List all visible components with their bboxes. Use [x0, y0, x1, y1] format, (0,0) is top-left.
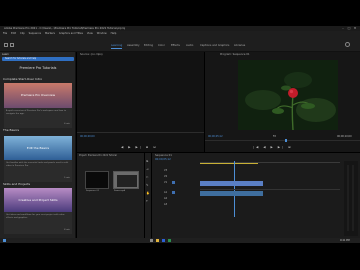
track-divider — [200, 189, 340, 190]
tab-learning[interactable]: Learning — [111, 44, 123, 49]
source-monitor: Source: (no clips) 00;00;00;00 ◀ ▶ ▶| ⊞ … — [77, 52, 204, 152]
tutorial-card-overview[interactable]: Premiere Pro Overview A quick overview o… — [4, 83, 72, 128]
system-clock: 9:41 PM — [340, 238, 350, 242]
search-icon[interactable] — [345, 42, 350, 47]
card-duration: 8 min — [64, 229, 70, 231]
browser-icon[interactable] — [168, 239, 171, 242]
tutorial-thumbnail: Creative and Project Skills — [4, 188, 72, 212]
tab-color[interactable]: Color — [158, 44, 165, 47]
tutorial-thumbnail: Edit the Basics — [4, 136, 72, 160]
tutorial-search-input[interactable]: Search for tutorials and help — [2, 57, 74, 61]
source-scrubber[interactable] — [77, 132, 204, 133]
program-timecode: 00;00;05;12 — [208, 135, 223, 138]
project-item-label: Sequence 01 — [86, 190, 100, 192]
card-description: Get ideas and workflows for your next pr… — [6, 214, 66, 219]
premiere-taskbar-icon[interactable] — [162, 239, 165, 242]
tab-effects[interactable]: Effects — [171, 44, 180, 47]
folder-icon[interactable] — [156, 239, 159, 242]
card-description: A quick overview of Premiere Pro's works… — [6, 110, 66, 115]
program-scrubber[interactable] — [205, 140, 360, 141]
project-panel: Project: Premiere Pro 2021 Tutorial Sequ… — [77, 153, 144, 238]
thumbnail-caption: Edit the Basics — [26, 146, 50, 150]
audio-clip[interactable] — [200, 191, 263, 196]
tutorial-thumbnail: Premiere Pro Overview — [4, 83, 72, 108]
tutorial-card-skills[interactable]: Creative and Project Skills Get ideas an… — [4, 188, 72, 234]
track-v2[interactable]: V2 — [164, 175, 167, 178]
project-item-clip[interactable] — [113, 171, 139, 189]
search-placeholder: Search for tutorials and help — [5, 57, 37, 61]
tab-editing[interactable]: Editing — [144, 44, 153, 47]
program-transport-controls[interactable]: |◀ ◀ ▶ ▶| ⊞ — [253, 145, 293, 149]
program-title: Program: Sequence 01 — [220, 53, 250, 56]
project-item-sequence[interactable] — [85, 171, 109, 189]
thumbnail-caption: Premiere Pro Overview — [20, 93, 56, 97]
section-skills: Skills and Projects — [3, 182, 31, 186]
selection-tool-icon[interactable]: ➤ — [146, 159, 150, 163]
tab-assembly[interactable]: Assembly — [127, 44, 140, 47]
tab-libraries[interactable]: Libraries — [234, 44, 245, 47]
source-timecode: 00;00;00;00 — [80, 135, 95, 138]
video-clip[interactable] — [200, 181, 263, 186]
work-area-bar[interactable] — [200, 163, 258, 164]
tab-captions[interactable]: Captions and Graphics — [200, 44, 229, 47]
audio-meters — [344, 161, 358, 236]
project-item-label: flower.mp4 — [114, 190, 126, 192]
window-title: Adobe Premiere Pro 2021 - C:\Users\...\P… — [4, 26, 126, 30]
source-transport-controls[interactable]: ◀ ▶ ▶| ⊞ ⊟ — [121, 145, 158, 149]
learn-title: Premiere Pro Tutorials — [19, 66, 57, 70]
track-a2[interactable]: A2 — [164, 197, 167, 200]
track-select-tool-icon[interactable]: ⇥ — [146, 167, 150, 171]
card-description: Get familiar with the essential tools an… — [6, 162, 69, 167]
learn-panel-header: Learn — [2, 53, 9, 56]
import-icon[interactable] — [10, 43, 14, 47]
track-v3[interactable]: V3 — [164, 169, 167, 172]
track-a3[interactable]: A3 — [164, 203, 167, 206]
tab-audio[interactable]: Audio — [186, 44, 193, 47]
track-target-toggle[interactable] — [172, 181, 175, 184]
type-tool-icon[interactable]: T — [146, 199, 150, 203]
taskbar: 9:41 PM — [0, 238, 360, 243]
timeline-panel: Sequence 01 00;00;05;12 V3 V2 V1 A1 A2 A… — [152, 153, 360, 238]
flower-image — [238, 60, 338, 130]
pen-tool-icon[interactable]: ✎ — [146, 183, 150, 187]
zoom-select[interactable]: Fit — [273, 135, 276, 138]
home-icon[interactable] — [4, 43, 8, 47]
hand-tool-icon[interactable]: ✋ — [146, 191, 150, 195]
start-icon[interactable] — [3, 239, 6, 242]
tutorial-card-basics[interactable]: Edit the Basics Get familiar with the es… — [4, 136, 72, 182]
taskbar-app-icon[interactable] — [150, 239, 153, 242]
thumbnail-caption: Creative and Project Skills — [18, 198, 58, 202]
card-duration: 4 min — [64, 123, 70, 125]
project-title: Project: Premiere Pro 2021 Tutorial — [79, 154, 117, 157]
tools-panel: ➤ ⇥ ✂ ✎ ✋ T — [145, 153, 151, 238]
source-title: Source: (no clips) — [80, 53, 103, 56]
card-duration: 5 min — [64, 177, 70, 179]
program-video-frame — [238, 60, 338, 130]
timeline-title: Sequence 01 — [155, 154, 172, 157]
track-target-toggle[interactable] — [172, 191, 175, 194]
program-duration: 00;00;10;00 — [337, 135, 352, 138]
track-a1[interactable]: A1 — [164, 191, 167, 194]
razor-tool-icon[interactable]: ✂ — [146, 175, 150, 179]
section-basics: The Basics — [3, 128, 20, 132]
playhead-marker[interactable] — [285, 139, 287, 142]
workspace-bar: Learning Assembly Editing Color Effects … — [0, 36, 360, 52]
timeline-timecode: 00;00;05;12 — [155, 158, 171, 161]
section-intro: Complete Start-Over Intro — [3, 77, 43, 81]
learn-panel: Learn Search for tutorials and help Prem… — [0, 52, 76, 238]
track-v1[interactable]: V1 — [164, 181, 167, 184]
